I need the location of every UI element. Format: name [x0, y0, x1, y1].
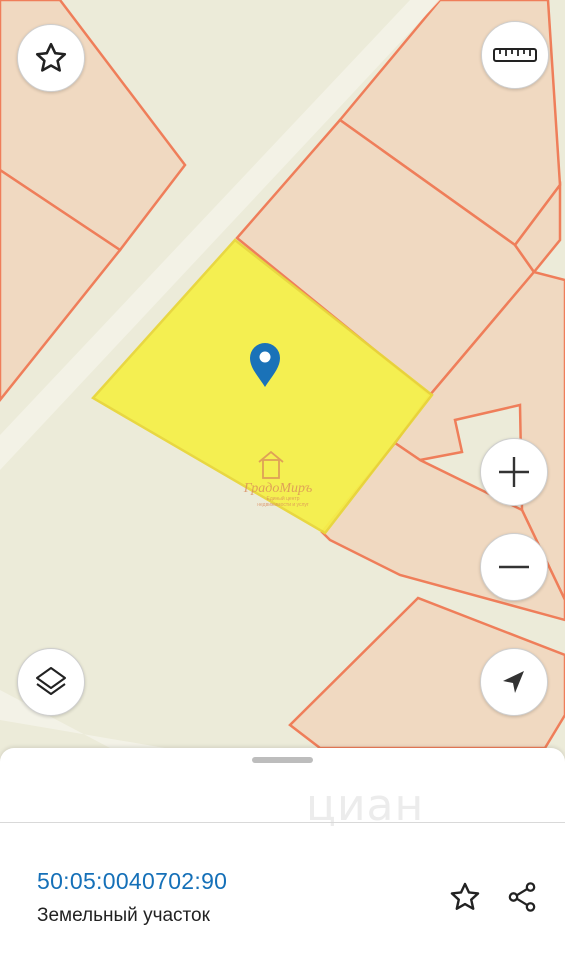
parcel-type-label: Земельный участок — [37, 905, 210, 926]
cadastral-number[interactable]: 50:05:0040702:90 — [37, 868, 227, 895]
watermark-tagline-2: недвижимости и услуг — [257, 502, 309, 508]
bottom-sheet[interactable]: циан 50:05:0040702:90 Земельный участок — [0, 748, 565, 960]
plus-icon — [499, 457, 529, 487]
favorite-map-button[interactable] — [17, 24, 85, 92]
navigation-arrow-icon — [503, 671, 524, 693]
favorite-button[interactable] — [445, 877, 485, 917]
zoom-in-button[interactable] — [480, 438, 548, 506]
ruler-button[interactable] — [481, 21, 549, 89]
ruler-icon — [493, 48, 537, 62]
watermark-brand: ГрадоМиръ — [243, 481, 313, 496]
zoom-out-button[interactable] — [480, 533, 548, 601]
watermark-tagline-1: Единый центр — [266, 495, 299, 502]
star-icon — [35, 42, 67, 72]
star-icon — [450, 882, 480, 910]
layers-icon — [36, 667, 66, 695]
cian-watermark: циан — [306, 780, 425, 831]
minus-icon — [499, 565, 529, 569]
sheet-drag-handle[interactable] — [252, 757, 313, 763]
locate-button[interactable] — [480, 648, 548, 716]
share-icon — [508, 882, 536, 912]
layers-button[interactable] — [17, 648, 85, 716]
divider — [0, 822, 565, 823]
share-button[interactable] — [502, 877, 542, 917]
